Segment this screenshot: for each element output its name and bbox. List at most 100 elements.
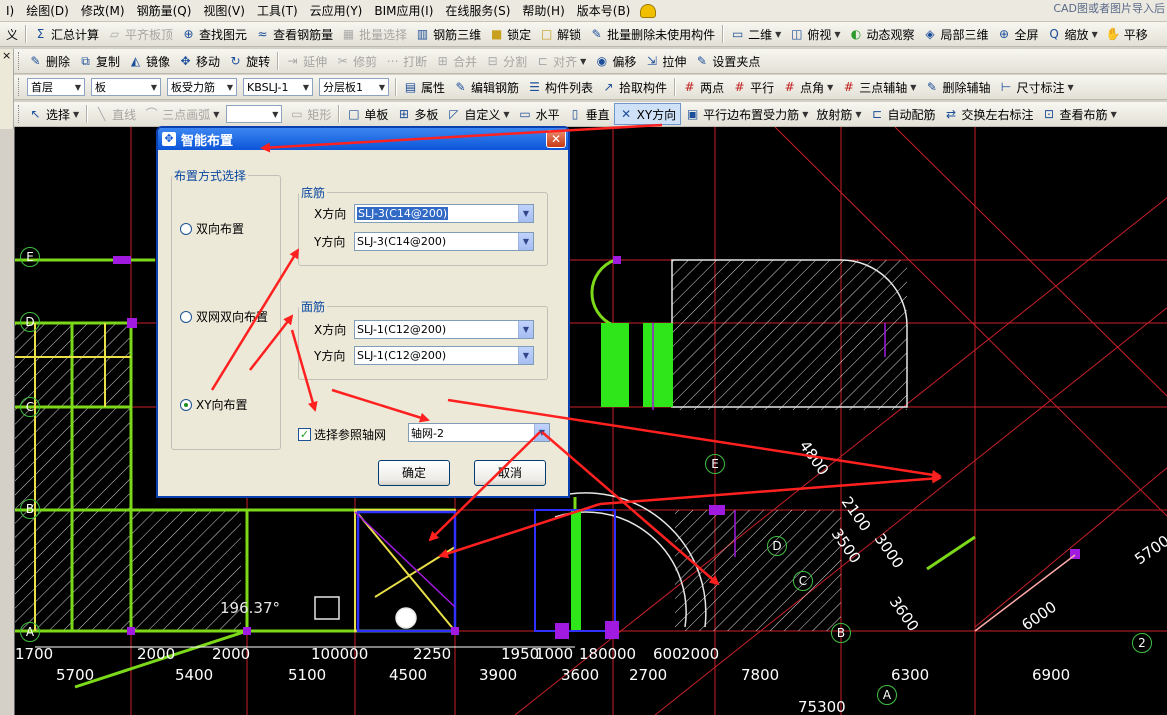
toolbar-grip[interactable] — [18, 78, 21, 96]
local-3d-button[interactable]: ◈ 局部三维 — [919, 23, 993, 45]
view-rebar-quantity-button[interactable]: ≈ 查看钢筋量 — [251, 23, 337, 45]
ok-button[interactable]: 确定 — [378, 460, 450, 486]
layer-select[interactable]: 分层板1 ▼ — [319, 78, 389, 96]
menu-item-cloud[interactable]: 云应用(Y) — [304, 0, 369, 21]
toolbar-grip[interactable] — [18, 52, 21, 70]
element-list-button[interactable]: ☰ 构件列表 — [523, 76, 597, 98]
element-type-select[interactable]: 板 ▼ — [91, 78, 161, 96]
swap-labels-button[interactable]: ⇄ 交换左右标注 — [940, 103, 1038, 125]
delete-button[interactable]: ✎ 删除 — [24, 50, 74, 72]
split-button[interactable]: ⊟ 分割 — [481, 50, 531, 72]
auto-rebar-button[interactable]: ⊏ 自动配筋 — [866, 103, 940, 125]
hard-hat-icon[interactable] — [640, 3, 657, 18]
menu-item-view[interactable]: 视图(V) — [197, 0, 251, 21]
radio-bidirectional[interactable]: 双向布置 — [180, 220, 244, 237]
bottom-x-select[interactable]: SLJ-3(C14@200) ▼ — [354, 204, 534, 223]
chevron-down-icon: ▼ — [827, 82, 834, 92]
unlock-button[interactable]: □ 解锁 — [535, 23, 585, 45]
menu-item-bim[interactable]: BIM应用(I) — [368, 0, 439, 21]
top-y-select[interactable]: SLJ-1(C12@200) ▼ — [354, 346, 534, 365]
top-view-dropdown[interactable]: ◫ 俯视 ▼ — [785, 23, 844, 45]
rebar-3d-icon: ▥ — [416, 26, 429, 41]
bottom-y-select[interactable]: SLJ-3(C14@200) ▼ — [354, 232, 534, 251]
mirror-button[interactable]: ◭ 镜像 — [124, 50, 174, 72]
copy-button[interactable]: ⧉ 复制 — [74, 50, 124, 72]
radial-rebar-dropdown[interactable]: 放射筋 ▼ — [812, 103, 865, 125]
menu-item-online[interactable]: 在线服务(S) — [439, 0, 516, 21]
eraser-icon: ✎ — [926, 79, 937, 94]
radio-xy-direction[interactable]: XY向布置 — [180, 396, 248, 413]
stretch-button[interactable]: ⇲ 拉伸 — [640, 50, 690, 72]
lock-button[interactable]: ■ 锁定 — [485, 23, 535, 45]
xy-direction-button[interactable]: ✕ XY方向 — [613, 103, 682, 125]
move-button[interactable]: ✥ 移动 — [174, 50, 224, 72]
floor-select[interactable]: 首层 ▼ — [27, 78, 85, 96]
menu-item-tools[interactable]: 工具(T) — [251, 0, 304, 21]
close-panel-icon[interactable]: × — [0, 49, 13, 62]
find-element-button[interactable]: ⊕ 查找图元 — [177, 23, 251, 45]
properties-button[interactable]: ▤ 属性 — [399, 76, 449, 98]
break-button[interactable]: ⋯ 打断 — [381, 50, 431, 72]
batch-select-button[interactable]: ▦ 批量选择 — [337, 23, 411, 45]
extend-button[interactable]: ⇥ 延伸 — [281, 50, 331, 72]
arc-param-select[interactable]: ▼ — [226, 105, 283, 123]
horizontal-button[interactable]: ▭ 水平 — [514, 103, 564, 125]
reference-grid-select[interactable]: 轴网-2 ▼ — [408, 423, 550, 442]
set-grip-button[interactable]: ✎ 设置夹点 — [690, 50, 764, 72]
pick-element-button[interactable]: ↗ 拾取构件 — [597, 76, 671, 98]
radio-double-net-bidirectional[interactable]: 双网双向布置 — [180, 308, 268, 325]
align-slab-top-button[interactable]: ▱ 平齐板顶 — [103, 23, 177, 45]
offset-button[interactable]: ◉ 偏移 — [590, 50, 640, 72]
single-slab-button[interactable]: □ 单板 — [342, 103, 392, 125]
rotate-button[interactable]: ↻ 旋转 — [224, 50, 274, 72]
zoom-dropdown[interactable]: Q 缩放 ▼ — [1043, 23, 1102, 45]
menu-item-version[interactable]: 版本号(B) — [571, 0, 637, 21]
dimension-dropdown[interactable]: ⊢ 尺寸标注 ▼ — [994, 76, 1077, 98]
menu-item-help[interactable]: 帮助(H) — [516, 0, 570, 21]
rectangle-button[interactable]: ▭ 矩形 — [285, 103, 335, 125]
top-x-select[interactable]: SLJ-1(C12@200) ▼ — [354, 320, 534, 339]
edit-rebar-button[interactable]: ✎ 编辑钢筋 — [449, 76, 523, 98]
view-2d-dropdown[interactable]: ▭ 二维 ▼ — [726, 23, 785, 45]
parallel-edge-rebar-dropdown[interactable]: ▣ 平行边布置受力筋 ▼ — [681, 103, 812, 125]
batch-delete-unused-button[interactable]: ✎ 批量删除未使用构件 — [585, 23, 719, 45]
toolbar-item-define[interactable]: 义 — [2, 23, 22, 45]
line-button[interactable]: ╲ 直线 — [90, 103, 140, 125]
rectangle-icon: ▭ — [731, 26, 744, 41]
trim-button[interactable]: ✂ 修剪 — [331, 50, 381, 72]
radio-circle — [180, 222, 192, 235]
point-angle-dropdown[interactable]: # 点角 ▼ — [778, 76, 837, 98]
vertical-button[interactable]: ▯ 垂直 — [564, 103, 614, 125]
full-screen-button[interactable]: ⊕ 全屏 — [993, 23, 1043, 45]
summary-calc-button[interactable]: Σ 汇总计算 — [29, 23, 103, 45]
merge-button[interactable]: ⊞ 合并 — [431, 50, 481, 72]
two-points-button[interactable]: # 两点 — [678, 76, 728, 98]
dialog-title-bar[interactable]: ✥ 智能布置 — [158, 128, 568, 150]
chevron-down-icon: ▼ — [378, 82, 385, 92]
dynamic-orbit-button[interactable]: ◐ 动态观察 — [845, 23, 919, 45]
menu-item-rebar-quantity[interactable]: 钢筋量(Q) — [131, 0, 198, 21]
view-rebar-layout-dropdown[interactable]: ⊡ 查看布筋 ▼ — [1038, 103, 1121, 125]
dim-2000-c: 2000 — [681, 645, 720, 663]
element-code-select[interactable]: KBSLJ-1 ▼ — [243, 78, 313, 96]
menu-item-edit-partial[interactable]: I) — [0, 0, 20, 21]
orbit-icon: ◐ — [850, 26, 862, 41]
toolbar-grip[interactable] — [18, 105, 21, 123]
select-dropdown[interactable]: ↖ 选择 ▼ — [24, 103, 83, 125]
parallel-button[interactable]: # 平行 — [728, 76, 778, 98]
pan-button[interactable]: ✋ 平移 — [1102, 23, 1152, 45]
menu-item-modify[interactable]: 修改(M) — [75, 0, 131, 21]
grid-select-row: 轴网-2 ▼ — [408, 423, 550, 442]
align-dropdown[interactable]: ⊏ 对齐 ▼ — [531, 50, 590, 72]
three-point-arc-dropdown[interactable]: ⌒ 三点画弧 ▼ — [140, 103, 223, 125]
menu-item-draw[interactable]: 绘图(D) — [20, 0, 75, 21]
element-category-select[interactable]: 板受力筋 ▼ — [167, 78, 237, 96]
cancel-button[interactable]: 取消 — [474, 460, 546, 486]
delete-aux-axis-button[interactable]: ✎ 删除辅轴 — [920, 76, 994, 98]
rebar-3d-button[interactable]: ▥ 钢筋三维 — [411, 23, 485, 45]
reference-grid-checkbox[interactable]: ✓ 选择参照轴网 — [298, 426, 386, 443]
multi-slab-button[interactable]: ⊞ 多板 — [392, 103, 442, 125]
custom-dropdown[interactable]: ◸ 自定义 ▼ — [442, 103, 513, 125]
three-point-aux-axis-dropdown[interactable]: # 三点辅轴 ▼ — [837, 76, 920, 98]
close-button[interactable]: ✕ — [546, 130, 566, 148]
